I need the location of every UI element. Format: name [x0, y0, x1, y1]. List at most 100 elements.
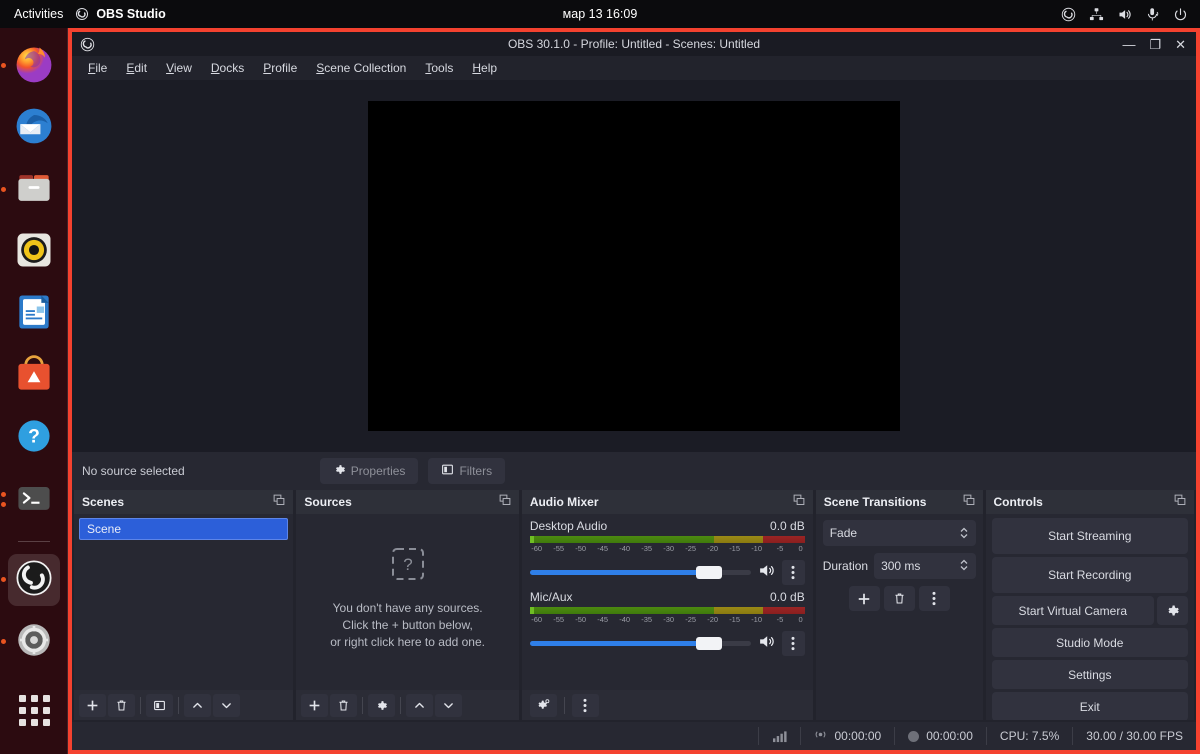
- move-source-down-button[interactable]: [435, 693, 463, 717]
- scene-list-item[interactable]: Scene: [79, 518, 289, 540]
- transition-select[interactable]: Fade: [822, 520, 976, 546]
- window-titlebar[interactable]: OBS 30.1.0 - Profile: Untitled - Scenes:…: [72, 32, 1196, 56]
- add-source-button[interactable]: [301, 693, 329, 717]
- move-source-up-button[interactable]: [406, 693, 434, 717]
- move-scene-down-button[interactable]: [213, 693, 240, 717]
- cpu-usage: CPU: 7.5%: [985, 727, 1072, 745]
- add-scene-button[interactable]: [79, 693, 106, 717]
- float-dock-icon[interactable]: [1174, 493, 1186, 511]
- exit-button[interactable]: Exit: [991, 692, 1189, 720]
- volume-meter: [529, 607, 805, 614]
- activities-button[interactable]: Activities: [0, 7, 75, 21]
- filters-button[interactable]: Filters: [428, 458, 506, 484]
- mixer-title: Audio Mixer: [529, 495, 599, 509]
- properties-button[interactable]: Properties: [319, 458, 419, 484]
- menu-tools[interactable]: Tools: [417, 58, 461, 78]
- menu-scene-collection[interactable]: Scene Collection: [308, 58, 414, 78]
- chevron-updown-icon[interactable]: [959, 557, 969, 576]
- track-menu-button[interactable]: [781, 631, 805, 656]
- menu-help[interactable]: Help: [464, 58, 505, 78]
- start-streaming-button[interactable]: Start Streaming: [991, 518, 1189, 554]
- obs-tray-icon: [75, 7, 89, 21]
- active-app-menu[interactable]: OBS Studio: [75, 7, 166, 21]
- float-dock-icon[interactable]: [963, 493, 975, 511]
- dock-item-firefox[interactable]: [1, 40, 60, 92]
- clock[interactable]: мар 13 16:09: [0, 7, 1200, 21]
- mute-speaker-icon[interactable]: [758, 633, 775, 655]
- float-dock-icon[interactable]: [793, 493, 805, 511]
- dock-item-files[interactable]: [1, 164, 60, 216]
- mixer-menu-button[interactable]: [571, 693, 599, 717]
- stream-signal-indicator: [758, 727, 800, 745]
- obs-tray-status-icon[interactable]: [1061, 7, 1076, 22]
- float-dock-icon[interactable]: [273, 493, 285, 511]
- menu-edit[interactable]: Edit: [118, 58, 155, 78]
- scene-filters-button[interactable]: [146, 693, 173, 717]
- menu-docks[interactable]: Docks: [203, 58, 252, 78]
- start-recording-button[interactable]: Start Recording: [991, 557, 1189, 593]
- chevron-updown-icon[interactable]: [959, 525, 969, 541]
- menu-profile[interactable]: Profile: [255, 58, 305, 78]
- virtual-camera-settings-button[interactable]: [1157, 596, 1189, 625]
- menu-view[interactable]: View: [158, 58, 200, 78]
- dock-item-ubuntu-software[interactable]: [8, 350, 60, 402]
- source-toolbar: No source selected Properties Filters: [72, 452, 1196, 490]
- mixer-track-mic-aux: Mic/Aux 0.0 dB -60 -55 -50 -45 -40 -35 -…: [522, 585, 813, 656]
- microphone-icon[interactable]: [1145, 7, 1160, 22]
- obs-studio-icon: [13, 557, 55, 604]
- dock-item-settings[interactable]: [1, 616, 60, 668]
- duration-spinbox[interactable]: 300 ms: [874, 553, 976, 579]
- studio-mode-button[interactable]: Studio Mode: [991, 628, 1189, 657]
- volume-slider[interactable]: [529, 565, 751, 581]
- sources-empty-line-3: or right click here to add one.: [330, 635, 485, 649]
- toolbar-separator: [400, 696, 402, 714]
- dock-item-obs-studio[interactable]: [1, 554, 60, 606]
- mute-speaker-icon[interactable]: [758, 562, 775, 584]
- add-transition-button[interactable]: [848, 586, 880, 611]
- preview-area[interactable]: [72, 80, 1196, 452]
- transitions-header: Scene Transitions: [815, 490, 983, 514]
- start-virtual-camera-button[interactable]: Start Virtual Camera: [991, 596, 1155, 625]
- dock-item-terminal[interactable]: [1, 474, 60, 526]
- slider-knob[interactable]: [695, 637, 722, 650]
- show-applications-button[interactable]: [8, 684, 60, 736]
- mixer-header: Audio Mixer: [521, 490, 813, 514]
- power-icon[interactable]: [1173, 7, 1188, 22]
- move-scene-up-button[interactable]: [184, 693, 211, 717]
- volume-icon[interactable]: [1117, 7, 1132, 22]
- close-button[interactable]: ✕: [1175, 38, 1186, 51]
- network-icon[interactable]: [1089, 7, 1104, 22]
- dock-item-thunderbird[interactable]: [8, 102, 60, 154]
- rhythmbox-icon: [12, 228, 56, 277]
- gnome-top-bar: Activities OBS Studio мар 13 16:09: [0, 0, 1200, 28]
- ubuntu-software-icon: [12, 352, 56, 401]
- float-dock-icon[interactable]: [499, 493, 511, 511]
- dock-item-help[interactable]: ?: [8, 412, 60, 464]
- sources-list[interactable]: ? You don't have any sources. Click the …: [296, 514, 518, 690]
- scenes-list[interactable]: Scene: [74, 514, 293, 690]
- transition-menu-button[interactable]: [918, 586, 950, 611]
- dock-item-rhythmbox[interactable]: [8, 226, 60, 278]
- source-properties-button[interactable]: [368, 693, 396, 717]
- remove-source-button[interactable]: [330, 693, 358, 717]
- window-title: OBS 30.1.0 - Profile: Untitled - Scenes:…: [507, 37, 761, 51]
- scenes-toolbar: [74, 690, 294, 720]
- controls-dock: Controls Start Streaming Start Recording…: [985, 490, 1195, 720]
- dock-item-libreoffice-writer[interactable]: [8, 288, 60, 340]
- track-menu-button[interactable]: [781, 560, 805, 585]
- minimize-button[interactable]: —: [1122, 38, 1135, 51]
- menu-file[interactable]: File: [80, 58, 115, 78]
- thunderbird-icon: [12, 104, 56, 153]
- running-indicator: [1, 187, 6, 192]
- settings-button[interactable]: Settings: [991, 660, 1189, 689]
- remove-scene-button[interactable]: [108, 693, 135, 717]
- preview-canvas[interactable]: [368, 101, 900, 431]
- fps-indicator: 30.00 / 30.00 FPS: [1072, 727, 1196, 745]
- remove-transition-button[interactable]: [883, 586, 915, 611]
- advanced-audio-properties-button[interactable]: [529, 693, 557, 717]
- active-app-name: OBS Studio: [96, 7, 166, 21]
- slider-knob[interactable]: [695, 566, 722, 579]
- volume-slider[interactable]: [529, 636, 751, 652]
- system-tray[interactable]: [1061, 7, 1200, 22]
- maximize-button[interactable]: ❐: [1149, 38, 1161, 51]
